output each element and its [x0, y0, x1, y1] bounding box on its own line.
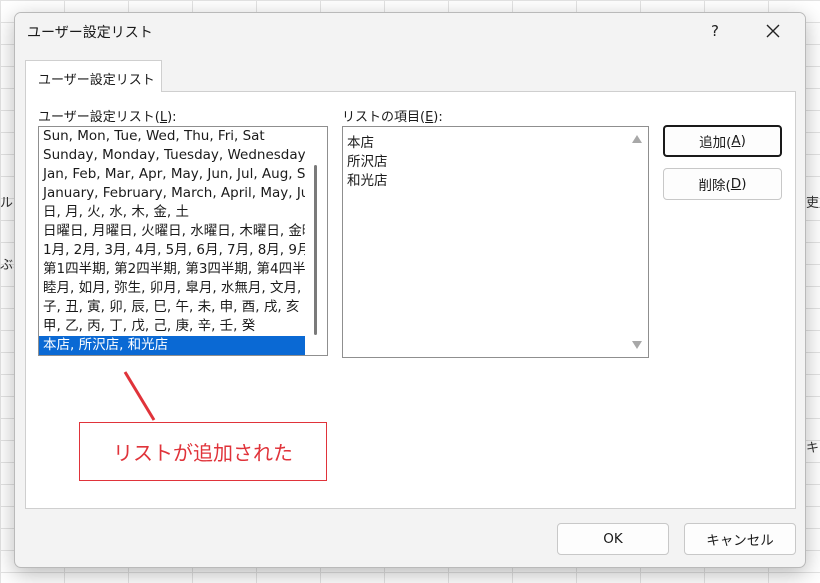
- background-text: ル: [0, 196, 14, 211]
- help-icon: ?: [711, 22, 719, 40]
- custom-lists-listbox[interactable]: Sun, Mon, Tue, Wed, Thu, Fri, Sat Sunday,…: [38, 126, 328, 356]
- custom-list-item[interactable]: Sun, Mon, Tue, Wed, Thu, Fri, Sat: [39, 127, 305, 146]
- list-entry: 本店: [347, 135, 374, 151]
- custom-list-item[interactable]: January, February, March, April, May, Ju…: [39, 184, 305, 203]
- list-entries-textbox[interactable]: 本店 所沢店 和光店: [342, 126, 649, 358]
- add-button[interactable]: 追加(A): [663, 125, 782, 157]
- close-icon: [766, 24, 780, 38]
- custom-list-item[interactable]: 睦月, 如月, 弥生, 卯月, 皐月, 水無月, 文月, 葉月, 長月, 神無月…: [39, 279, 305, 298]
- annotation-callout: リストが追加された: [79, 422, 327, 481]
- scroll-down-arrow-icon[interactable]: [632, 341, 642, 349]
- custom-list-item[interactable]: 日曜日, 月曜日, 火曜日, 水曜日, 木曜日, 金曜日, 土曜日: [39, 222, 305, 241]
- dialog-title: ユーザー設定リスト: [27, 25, 153, 41]
- custom-lists-items: Sun, Mon, Tue, Wed, Thu, Fri, Sat Sunday,…: [39, 127, 305, 355]
- custom-list-item[interactable]: Jan, Feb, Mar, Apr, May, Jun, Jul, Aug, …: [39, 165, 305, 184]
- custom-list-item[interactable]: 1月, 2月, 3月, 4月, 5月, 6月, 7月, 8月, 9月, 10月,…: [39, 241, 305, 260]
- custom-list-item[interactable]: 本店, 所沢店, 和光店: [39, 336, 305, 355]
- delete-button[interactable]: 削除(D): [663, 168, 782, 200]
- background-text: キャ: [806, 441, 820, 456]
- custom-lists-label: ユーザー設定リスト(L):: [38, 110, 177, 125]
- tab-custom-lists[interactable]: ユーザー設定リスト: [25, 60, 162, 92]
- background-text: 吏用: [806, 196, 820, 211]
- close-button[interactable]: [753, 17, 793, 45]
- scroll-up-arrow-icon[interactable]: [632, 135, 642, 143]
- custom-list-item[interactable]: 日, 月, 火, 水, 木, 金, 土: [39, 203, 305, 222]
- custom-list-item[interactable]: 子, 丑, 寅, 卯, 辰, 巳, 午, 未, 申, 酉, 戌, 亥: [39, 298, 305, 317]
- list-entry: 所沢店: [347, 154, 388, 170]
- custom-lists-dialog: ユーザー設定リスト ? ユーザー設定リスト ユーザー設定リスト(L): Sun,…: [14, 12, 806, 568]
- vertical-scrollbar[interactable]: [305, 127, 327, 355]
- list-entries-label: リストの項目(E):: [342, 110, 443, 125]
- title-bar: ユーザー設定リスト ?: [15, 13, 805, 49]
- cancel-button[interactable]: キャンセル: [684, 523, 796, 555]
- list-entry: 和光店: [347, 173, 388, 189]
- help-button[interactable]: ?: [695, 17, 735, 45]
- custom-list-item[interactable]: Sunday, Monday, Tuesday, Wednesday, Thur…: [39, 146, 305, 165]
- scrollbar-thumb[interactable]: [314, 165, 317, 335]
- ok-button[interactable]: OK: [557, 523, 669, 555]
- custom-list-item[interactable]: 甲, 乙, 丙, 丁, 戊, 己, 庚, 辛, 壬, 癸: [39, 317, 305, 336]
- custom-list-item[interactable]: 第1四半期, 第2四半期, 第3四半期, 第4四半期: [39, 260, 305, 279]
